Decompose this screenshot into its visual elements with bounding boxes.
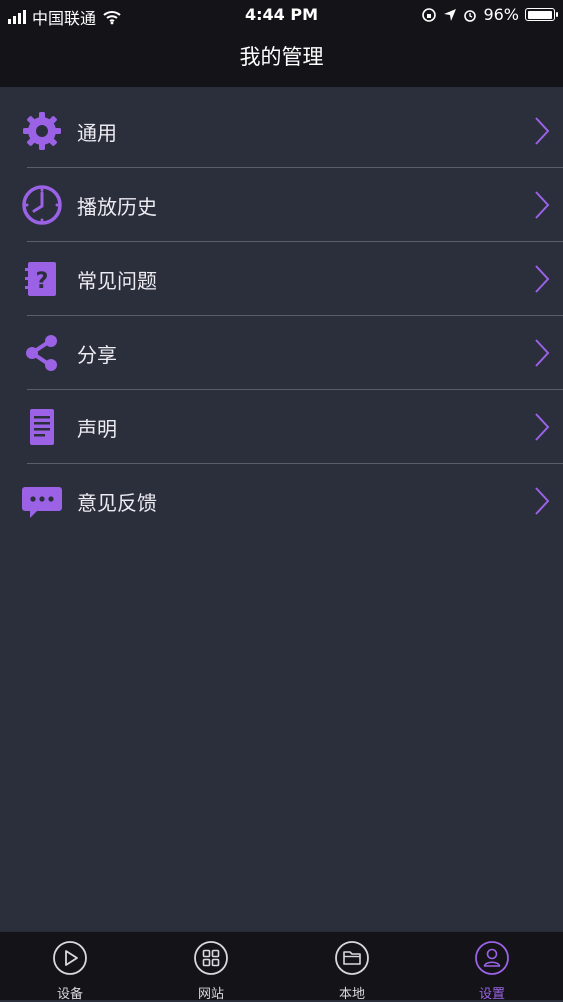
- tab-label: 设置: [478, 987, 505, 1002]
- chat-bubble-icon: [21, 480, 63, 522]
- grid-icon: [194, 941, 228, 975]
- share-icon: [21, 332, 63, 374]
- menu-item-statement[interactable]: 声明: [0, 390, 563, 464]
- menu-item-label: 意见反馈: [77, 490, 157, 515]
- svg-text:?: ?: [36, 269, 49, 294]
- page-title: 我的管理: [239, 45, 324, 69]
- tab-local[interactable]: 本地: [322, 940, 382, 1002]
- chevron-right-icon: [535, 265, 550, 293]
- tab-devices[interactable]: 设备: [40, 940, 100, 1002]
- question-book-icon: ?: [21, 258, 63, 300]
- gear-icon: [21, 110, 63, 152]
- menu-list: 通用 播放历史 ? 常见问题 分享 声明 意见反馈: [0, 94, 563, 538]
- alarm-icon: [464, 9, 477, 22]
- chevron-right-icon: [535, 339, 550, 367]
- battery-icon: [525, 8, 558, 21]
- nav-bar: 我的管理: [0, 30, 563, 87]
- tab-websites[interactable]: 网站: [181, 940, 241, 1002]
- play-circle-icon: [53, 941, 87, 975]
- menu-item-label: 分享: [77, 342, 117, 367]
- menu-item-general[interactable]: 通用: [0, 94, 563, 168]
- tab-settings[interactable]: 设置: [462, 940, 522, 1002]
- clock-icon: [21, 184, 63, 226]
- menu-item-share[interactable]: 分享: [0, 316, 563, 390]
- chevron-right-icon: [535, 117, 550, 145]
- status-bar: 中国联通 4:44 PM 96%: [0, 0, 563, 30]
- orientation-lock-icon: [422, 7, 437, 22]
- tab-label: 网站: [197, 987, 224, 1002]
- chevron-right-icon: [535, 191, 550, 219]
- status-right: 96%: [421, 5, 558, 24]
- chevron-right-icon: [535, 487, 550, 515]
- user-icon: [475, 941, 509, 975]
- folder-icon: [335, 941, 369, 975]
- menu-item-label: 通用: [77, 120, 117, 145]
- menu-item-label: 播放历史: [77, 194, 157, 219]
- menu-item-label: 常见问题: [77, 268, 157, 293]
- battery-fill: [527, 10, 552, 19]
- menu-item-faq[interactable]: ? 常见问题: [0, 242, 563, 316]
- tab-bar: 设备 网站 本地 设置: [0, 931, 563, 1002]
- location-icon: [444, 8, 457, 21]
- battery-percent: 96%: [483, 5, 519, 24]
- tab-label: 本地: [338, 987, 365, 1002]
- tab-label: 设备: [56, 987, 83, 1002]
- menu-item-play-history[interactable]: 播放历史: [0, 168, 563, 242]
- menu-item-label: 声明: [77, 416, 117, 441]
- chevron-right-icon: [535, 413, 550, 441]
- menu-item-feedback[interactable]: 意见反馈: [0, 464, 563, 538]
- document-icon: [21, 406, 63, 448]
